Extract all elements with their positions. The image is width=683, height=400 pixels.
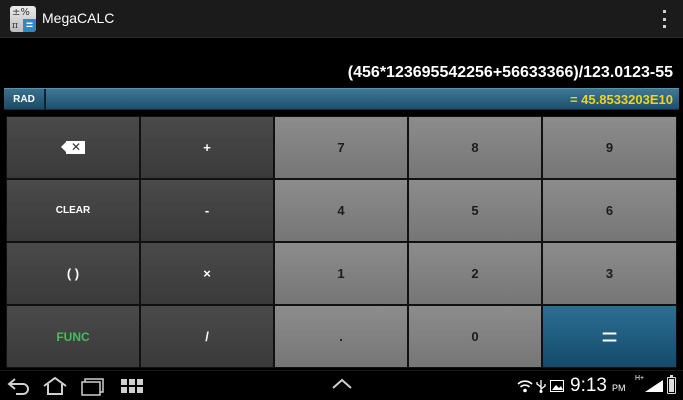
minus-label: - [204,203,210,218]
keypad: ✕ +7 8 9 CLEAR - 4 5 6 ( ) × 1 2 3 FUNC /. 0 = [6,116,677,368]
multiply-button[interactable]: × [140,242,274,305]
digit-4-label: 4 [337,203,345,218]
divide-button[interactable]: / [140,305,274,368]
digit-9-label: 9 [605,140,614,155]
digit-8-label: 8 [471,140,479,155]
digit-7-label: 7 [337,140,345,155]
digit-4-button[interactable]: 4 [274,179,408,242]
chevron-up-icon[interactable] [331,377,353,391]
divide-label: / [205,329,209,344]
plus-button[interactable]: + [140,116,274,179]
network-type: H+ [635,375,645,382]
clock-time: 9:13 [570,375,607,396]
func-label: FUNC [56,329,90,344]
app-icon: ±% π = [10,6,36,32]
digit-1-label: 1 [337,266,345,281]
battery-icon [667,375,676,394]
backspace-icon: ✕ [61,140,85,154]
expression-text: (456*123695542256+56633366)/123.0123-55 [347,64,673,81]
action-bar: ±% π = MegaCALC [0,0,683,38]
clear-label: CLEAR [55,205,91,216]
app-grid-icon[interactable] [121,379,143,393]
wifi-icon [517,380,533,393]
digit-3-label: 3 [605,266,614,281]
app-icon-glyph-top: ±% [12,7,30,18]
digit-3-button[interactable]: 3 [542,242,677,305]
digit-9-button[interactable]: 9 [542,116,677,179]
result-bar: RAD = 45.8533203E10 [4,88,679,110]
recent-apps-icon[interactable] [80,375,106,397]
parentheses-button[interactable]: ( ) [6,242,140,305]
digit-8-button[interactable]: 8 [408,116,542,179]
app-title: MegaCALC [42,10,115,26]
expression-display[interactable]: (456*123695542256+56633366)/123.0123-55 [0,39,683,87]
back-icon[interactable] [6,375,32,397]
decimal-point-label: . [339,329,343,344]
equals-label: = [601,320,618,352]
digit-7-button[interactable]: 7 [274,116,408,179]
signal-icon [645,380,663,392]
func-button[interactable]: FUNC [6,305,140,368]
result-text: = 45.8533203E10 [569,92,673,107]
digit-1-button[interactable]: 1 [274,242,408,305]
decimal-point-button[interactable]: . [274,305,408,368]
equals-button[interactable]: = [542,305,677,368]
system-bar: 9:13 PM H+ [0,370,683,400]
digit-2-button[interactable]: 2 [408,242,542,305]
overflow-menu-icon[interactable] [659,10,669,28]
digit-5-button[interactable]: 5 [408,179,542,242]
digit-0-button[interactable]: 0 [408,305,542,368]
parentheses-label: ( ) [66,266,80,281]
plus-label: + [203,140,211,155]
clear-button[interactable]: CLEAR [6,179,140,242]
app-icon-glyph-pi: π [12,21,18,31]
backspace-button[interactable]: ✕ [6,116,140,179]
digit-6-label: 6 [605,203,614,218]
minus-button[interactable]: - [140,179,274,242]
digit-6-button[interactable]: 6 [542,179,677,242]
usb-icon [536,380,546,393]
digit-0-label: 0 [471,329,479,344]
app-icon-glyph-equals: = [23,19,36,32]
angle-mode-button[interactable]: RAD [4,89,46,109]
gallery-icon [550,380,564,392]
clock-meridiem: PM [612,383,626,393]
home-icon[interactable] [41,375,69,397]
digit-5-label: 5 [471,203,479,218]
digit-2-label: 2 [471,266,479,281]
multiply-label: × [203,266,211,281]
